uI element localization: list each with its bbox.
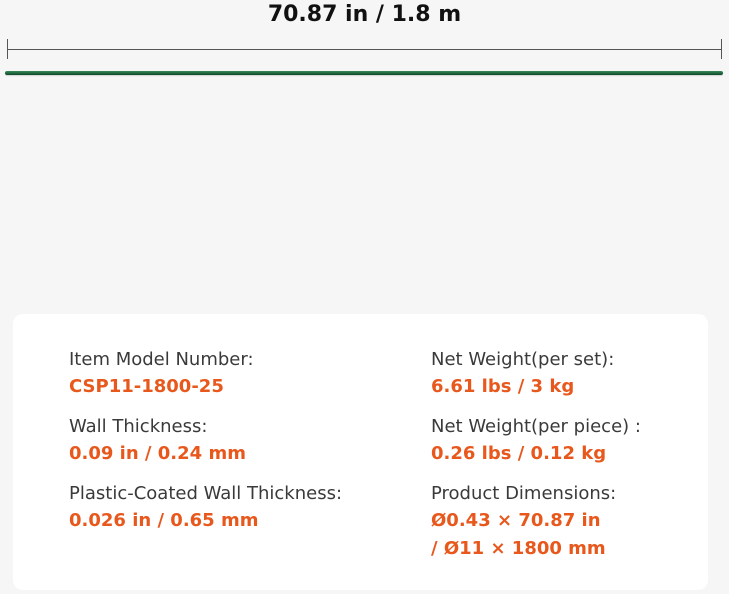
spec-value: CSP11-1800-25: [69, 376, 224, 397]
spec-value: 0.026 in / 0.65 mm: [69, 510, 259, 531]
spec-item-model-number: Item Model Number: CSP11-1800-25: [69, 347, 254, 401]
spec-panel: Item Model Number: CSP11-1800-25 Wall Th…: [13, 314, 708, 590]
spec-wall-thickness: Wall Thickness: 0.09 in / 0.24 mm: [69, 414, 246, 468]
spec-label: Net Weight(per set):: [431, 349, 615, 370]
spec-label: Plastic-Coated Wall Thickness:: [69, 483, 343, 504]
spec-label: Product Dimensions:: [431, 483, 617, 504]
spec-value: 0.26 lbs / 0.12 kg: [431, 443, 607, 464]
dimension-line: [7, 49, 722, 50]
dimension-label: 70.87 in / 1.8 m: [267, 2, 462, 27]
spec-product-dimensions: Product Dimensions: Ø0.43 × 70.87 in / Ø…: [431, 481, 616, 563]
dimension-tick-right: [721, 39, 722, 59]
spec-value: 0.09 in / 0.24 mm: [69, 443, 246, 464]
spec-label: Item Model Number:: [69, 349, 254, 370]
spec-plastic-coated-wall-thickness: Plastic-Coated Wall Thickness: 0.026 in …: [69, 481, 342, 535]
spec-value-metric: / Ø11 × 1800 mm: [431, 538, 606, 559]
spec-label: Net Weight(per piece) :: [431, 416, 641, 437]
garden-stake-image: [5, 71, 723, 75]
spec-label: Wall Thickness:: [69, 416, 208, 437]
spec-net-weight-per-piece: Net Weight(per piece) : 0.26 lbs / 0.12 …: [431, 414, 641, 468]
spec-value: 6.61 lbs / 3 kg: [431, 376, 575, 397]
spec-value: Ø0.43 × 70.87 in: [431, 510, 601, 531]
spec-net-weight-per-set: Net Weight(per set): 6.61 lbs / 3 kg: [431, 347, 614, 401]
